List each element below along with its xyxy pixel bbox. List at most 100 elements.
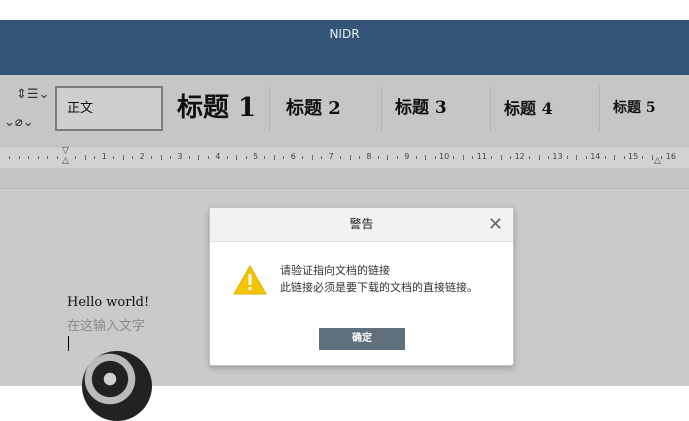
document-placeholder[interactable]: 在这输入文字 bbox=[67, 315, 145, 334]
style-heading-4-label: 标题 4 bbox=[504, 99, 553, 118]
ruler-number: 3 bbox=[177, 152, 183, 161]
ruler-tick bbox=[623, 156, 625, 159]
ruler-tick bbox=[585, 156, 587, 159]
ruler-tick bbox=[661, 156, 663, 159]
ruler-number: 4 bbox=[215, 152, 221, 161]
document-image[interactable] bbox=[82, 351, 152, 421]
ruler-tick bbox=[349, 155, 351, 160]
fill-color-icon[interactable]: ⌄⌀⌄ bbox=[4, 115, 34, 130]
ruler-number: 11 bbox=[476, 152, 487, 161]
ruler-tick bbox=[614, 155, 616, 160]
ruler-number: 12 bbox=[514, 152, 525, 161]
ruler-tick bbox=[538, 155, 540, 160]
ruler-tick bbox=[236, 155, 238, 160]
style-heading-3[interactable]: 标题 3 bbox=[382, 86, 491, 131]
ruler-tick bbox=[169, 156, 171, 159]
ruler-tick bbox=[47, 156, 49, 159]
ruler-tick bbox=[198, 155, 200, 160]
style-normal[interactable]: 正文 bbox=[55, 86, 163, 131]
ruler[interactable]: 1 2 3 4 5 6 7 8 9 10 11 12 13 14 15 16 ▽ △ △ bbox=[0, 146, 689, 169]
style-heading-3-label: 标题 3 bbox=[395, 98, 447, 118]
document-line[interactable]: Hello world! bbox=[67, 295, 149, 310]
ruler-tick bbox=[28, 156, 30, 159]
style-heading-4[interactable]: 标题 4 bbox=[491, 86, 600, 131]
ruler-tick bbox=[377, 156, 379, 159]
ruler-tick bbox=[340, 156, 342, 159]
toolbar: ⇕☰⌄ ⌄⌀⌄ 正文 标题 1 标题 2 标题 3 标题 4 标题 5 bbox=[0, 75, 689, 146]
dialog-message-line1: 请验证指向文档的链接 bbox=[280, 264, 390, 277]
ruler-tick bbox=[491, 156, 493, 159]
ruler-tick bbox=[529, 156, 531, 159]
ruler-tick bbox=[415, 156, 417, 159]
ruler-tick bbox=[113, 156, 115, 159]
ruler-number: 15 bbox=[628, 152, 639, 161]
dialog-title: 警告 bbox=[349, 217, 374, 231]
ruler-tick bbox=[207, 156, 209, 159]
ruler-tick bbox=[547, 156, 549, 159]
ruler-tick bbox=[18, 156, 20, 159]
ruler-number: 13 bbox=[552, 152, 563, 161]
ok-button[interactable]: 确定 bbox=[319, 328, 405, 350]
ruler-number: 6 bbox=[290, 152, 296, 161]
dialog-message: 请验证指向文档的链接 此链接必须是要下载的文档的直接链接。 bbox=[280, 262, 478, 296]
ruler-tick bbox=[84, 155, 86, 160]
ruler-tick bbox=[462, 155, 464, 160]
ruler-tick bbox=[396, 156, 398, 159]
style-heading-5[interactable]: 标题 5 bbox=[600, 86, 689, 131]
warning-dialog: 警告 ✕ 请验证指向文档的链接 此链接必须是要下载的文档的直接链接。 确定 bbox=[209, 207, 514, 366]
ruler-tick bbox=[188, 156, 190, 159]
dialog-header: 警告 ✕ bbox=[210, 208, 513, 242]
app-title: NIDR bbox=[329, 27, 360, 41]
line-spacing-icon[interactable]: ⇕☰⌄ bbox=[16, 87, 49, 102]
ruler-tick bbox=[302, 156, 304, 159]
ruler-tick bbox=[642, 156, 644, 159]
ruler-tick bbox=[321, 156, 323, 159]
ruler-tick bbox=[264, 156, 266, 159]
ruler-tick bbox=[604, 156, 606, 159]
style-heading-1-label: 标题 1 bbox=[177, 93, 257, 123]
ruler-tick bbox=[273, 155, 275, 160]
ruler-number: 16 bbox=[665, 152, 676, 161]
style-normal-label: 正文 bbox=[67, 101, 94, 116]
style-heading-2-label: 标题 2 bbox=[286, 98, 341, 119]
ruler-tick bbox=[434, 156, 436, 159]
ruler-tick bbox=[226, 156, 228, 159]
text-caret bbox=[68, 336, 69, 351]
ruler-tick bbox=[472, 156, 474, 159]
ruler-number: 7 bbox=[328, 152, 334, 161]
ruler-tick bbox=[576, 155, 578, 160]
ruler-number: 1 bbox=[101, 152, 107, 161]
style-heading-5-label: 标题 5 bbox=[613, 100, 656, 116]
ruler-tick bbox=[122, 155, 124, 160]
right-indent-icon[interactable]: △ bbox=[654, 156, 661, 166]
ruler-tick bbox=[453, 156, 455, 159]
ruler-tick bbox=[132, 156, 134, 159]
ruler-tick bbox=[9, 156, 11, 159]
ruler-tick bbox=[387, 155, 389, 160]
ruler-number: 10 bbox=[439, 152, 450, 161]
ruler-tick bbox=[311, 155, 313, 160]
ruler-number: 9 bbox=[404, 152, 410, 161]
dialog-message-line2: 此链接必须是要下载的文档的直接链接。 bbox=[280, 281, 478, 294]
style-heading-1[interactable]: 标题 1 bbox=[165, 86, 270, 131]
ruler-tick bbox=[425, 155, 427, 160]
style-heading-2[interactable]: 标题 2 bbox=[270, 86, 382, 131]
ruler-tick bbox=[75, 156, 77, 159]
left-indent-icon[interactable]: △ bbox=[62, 156, 69, 166]
ruler-tick bbox=[151, 156, 153, 159]
ruler-tick bbox=[358, 156, 360, 159]
ruler-number: 14 bbox=[590, 152, 601, 161]
close-icon[interactable]: ✕ bbox=[488, 208, 503, 241]
ruler-tick bbox=[245, 156, 247, 159]
ruler-tick bbox=[94, 156, 96, 159]
ruler-spacer bbox=[0, 168, 689, 188]
ruler-tick bbox=[566, 156, 568, 159]
ruler-number: 5 bbox=[253, 152, 259, 161]
first-line-indent-icon[interactable]: ▽ bbox=[62, 146, 69, 156]
ruler-tick bbox=[283, 156, 285, 159]
ruler-tick bbox=[160, 155, 162, 160]
ruler-tick bbox=[510, 156, 512, 159]
warning-icon bbox=[233, 264, 267, 295]
ruler-number: 8 bbox=[366, 152, 372, 161]
ruler-tick bbox=[37, 156, 39, 159]
